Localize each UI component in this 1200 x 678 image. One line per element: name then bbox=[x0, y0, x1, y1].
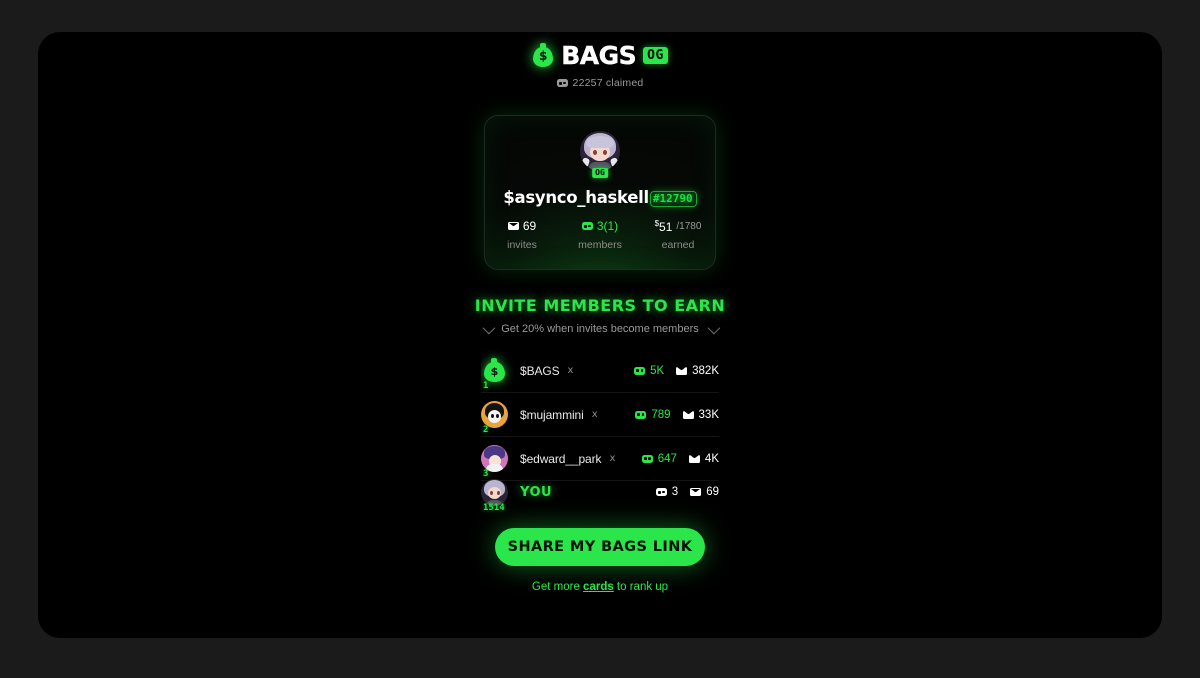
members-icon bbox=[634, 366, 646, 375]
chevron-down-icon bbox=[482, 321, 496, 334]
x-icon[interactable]: x bbox=[568, 365, 574, 376]
stat-members-value: 3(1) bbox=[596, 219, 619, 233]
earned-amount-value: 51 bbox=[659, 219, 673, 234]
avatar bbox=[481, 401, 508, 428]
invite-section-subtitle: Get 20% when invites become members bbox=[501, 323, 699, 335]
members-icon bbox=[556, 79, 568, 87]
earned-total: /1780 bbox=[676, 220, 702, 232]
leaderboard-name: $BAGS bbox=[520, 363, 560, 378]
avatar bbox=[481, 478, 508, 506]
leaderboard-rank: 1 bbox=[483, 381, 489, 391]
envelope-icon bbox=[682, 410, 694, 419]
leaderboard-invites: 4K bbox=[688, 452, 719, 465]
your-invites: 69 bbox=[690, 486, 719, 498]
leaderboard-invites-value: 4K bbox=[704, 452, 719, 465]
members-icon bbox=[655, 488, 667, 496]
x-icon[interactable]: x bbox=[592, 409, 598, 420]
profile-name-row: $asynco_haskell #12790 bbox=[503, 188, 697, 207]
your-label: YOU bbox=[520, 484, 553, 500]
stat-earned: $51/1780 earned bbox=[650, 219, 706, 252]
invite-section-subtitle-row: Get 20% when invites become members bbox=[482, 321, 721, 335]
leaderboard-members-value: 647 bbox=[657, 452, 677, 465]
leaderboard-members-value: 789 bbox=[651, 408, 671, 421]
stat-invites-value: 69 bbox=[522, 219, 537, 233]
stat-members: 3(1) members bbox=[572, 219, 628, 251]
your-rank-row-container: 1514 YOU 3 69 bbox=[481, 470, 719, 514]
envelope-icon bbox=[507, 222, 519, 230]
claimed-counter: 22257 claimed bbox=[556, 77, 644, 89]
leaderboard-avatar-wrap: 2 bbox=[481, 401, 508, 435]
stat-members-label: members bbox=[578, 239, 622, 251]
leaderboard-members: 647 bbox=[641, 452, 677, 465]
stat-earned-label: earned bbox=[661, 239, 695, 251]
brand-header: $ BAGS OG bbox=[532, 40, 668, 70]
stat-invites-label: invites bbox=[507, 239, 537, 251]
your-invites-value: 69 bbox=[706, 486, 719, 498]
main-panel: $ BAGS OG 22257 claimed OG $asynco_haske… bbox=[38, 32, 1162, 638]
invite-section-title: INVITE MEMBERS TO EARN bbox=[474, 296, 726, 315]
your-members: 3 bbox=[655, 486, 679, 498]
leaderboard-invites: 382K bbox=[676, 365, 719, 377]
cards-link[interactable]: cards bbox=[583, 581, 614, 593]
og-badge: OG bbox=[643, 46, 668, 64]
stat-invites: 69 invites bbox=[494, 219, 550, 251]
x-icon[interactable]: x bbox=[609, 453, 615, 464]
chevron-down-icon bbox=[707, 321, 721, 334]
leaderboard-members-value: 5K bbox=[650, 364, 665, 377]
share-bags-link-button[interactable]: SHARE MY BAGS LINK bbox=[495, 528, 705, 566]
members-icon bbox=[635, 410, 647, 419]
leaderboard-name: $mujammini bbox=[520, 407, 584, 422]
profile-username: $asynco_haskell bbox=[503, 188, 649, 207]
leaderboard-invites: 33K bbox=[682, 408, 719, 421]
list-item[interactable]: 2 $mujammini x 789 33K bbox=[481, 393, 719, 437]
app-root: $ BAGS OG 22257 claimed OG $asynco_haske… bbox=[0, 0, 1200, 678]
leaderboard-rank: 2 bbox=[483, 425, 489, 435]
your-avatar-wrap: 1514 bbox=[481, 478, 508, 513]
content-column: $ BAGS OG 22257 claimed OG $asynco_haske… bbox=[450, 32, 750, 638]
money-bag-icon: $ bbox=[532, 43, 554, 67]
profile-avatar-wrap: OG bbox=[580, 131, 620, 178]
list-item[interactable]: $ 1 $BAGS x 5K 382K bbox=[481, 349, 719, 393]
leaderboard-members: 5K bbox=[634, 365, 664, 377]
footer-prefix: Get more bbox=[531, 581, 584, 593]
leaderboard[interactable]: $ 1 $BAGS x 5K 382K 2 $mujammini x 789 3… bbox=[481, 349, 719, 484]
leaderboard-invites-value: 382K bbox=[692, 364, 719, 377]
profile-stats: 69 invites 3(1) members $51/1780 earned bbox=[494, 219, 706, 252]
avatar bbox=[481, 445, 508, 472]
stat-invites-value-row: 69 bbox=[494, 219, 550, 233]
stat-earned-amount: $51 bbox=[655, 219, 673, 234]
your-rank-number: 1514 bbox=[483, 502, 505, 513]
brand-title: BAGS bbox=[561, 40, 637, 70]
stat-earned-value-row: $51/1780 bbox=[650, 219, 706, 234]
bags-logo-icon: $ bbox=[481, 357, 508, 384]
profile-card[interactable]: OG $asynco_haskell #12790 69 invites 3(1… bbox=[484, 115, 716, 270]
leaderboard-name: $edward__park bbox=[520, 451, 602, 466]
members-icon bbox=[581, 222, 593, 230]
leaderboard-invites-value: 33K bbox=[698, 408, 719, 421]
leaderboard-avatar-wrap: $ 1 bbox=[481, 357, 508, 391]
leaderboard-avatar-wrap: 3 bbox=[481, 445, 508, 479]
envelope-icon bbox=[690, 488, 702, 496]
claimed-count-label: 22257 claimed bbox=[572, 77, 644, 89]
leaderboard-members: 789 bbox=[635, 408, 671, 421]
avatar-og-badge: OG bbox=[592, 168, 608, 178]
envelope-icon bbox=[676, 366, 688, 375]
footer-note: Get more cards to rank up bbox=[532, 581, 668, 593]
profile-rank-badge: #12790 bbox=[649, 190, 697, 207]
your-rank-row[interactable]: 1514 YOU 3 69 bbox=[481, 470, 719, 514]
members-icon bbox=[641, 454, 653, 463]
footer-suffix: to rank up bbox=[613, 581, 669, 593]
avatar bbox=[580, 131, 620, 171]
stat-members-value-row: 3(1) bbox=[572, 219, 628, 233]
your-members-value: 3 bbox=[671, 486, 679, 498]
envelope-icon bbox=[688, 454, 700, 463]
